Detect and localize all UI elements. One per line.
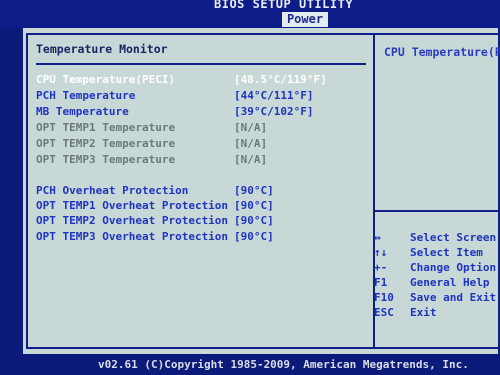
- row-opt-temp1: OPT TEMP1 Temperature [N/A]: [36, 121, 267, 134]
- row-value: [44°C/111°F]: [234, 89, 314, 102]
- row-value: [90°C]: [234, 230, 274, 243]
- row-label: CPU Temperature(PECI): [36, 73, 176, 86]
- row-value: [48.5°C/119°F]: [234, 73, 327, 86]
- key-arrows-ud: ↑↓: [374, 246, 388, 259]
- row-value: [N/A]: [234, 137, 268, 150]
- key-hint-general-help: F1 General Help: [374, 276, 489, 289]
- row-pch-overheat-protection[interactable]: PCH Overheat Protection [90°C]: [36, 184, 274, 197]
- key-action: Change Option: [410, 261, 497, 274]
- key-esc: ESC: [374, 306, 394, 319]
- tab-power[interactable]: Power: [282, 12, 328, 27]
- help-title: CPU Temperature(PE: [384, 45, 500, 59]
- row-label: PCH Temperature: [36, 89, 136, 102]
- key-hint-save-exit: F10 Save and Exit: [374, 291, 496, 304]
- key-f1: F1: [374, 276, 388, 289]
- row-label: OPT TEMP2 Overheat Protection: [36, 214, 229, 227]
- key-action: Exit: [410, 306, 437, 319]
- section-title-rule: [36, 63, 366, 65]
- key-f10: F10: [374, 291, 394, 304]
- row-opt-temp2: OPT TEMP2 Temperature [N/A]: [36, 137, 267, 150]
- row-label: OPT TEMP3 Temperature: [36, 153, 176, 166]
- app-title: BIOS SETUP UTILITY: [214, 0, 354, 11]
- row-value: [90°C]: [234, 184, 274, 197]
- key-action: Select Item: [410, 246, 483, 259]
- key-action: General Help: [410, 276, 490, 289]
- row-opt-temp1-overheat[interactable]: OPT TEMP1 Overheat Protection [90°C]: [36, 199, 274, 212]
- row-label: OPT TEMP1 Temperature: [36, 121, 176, 134]
- key-hint-select-item: ↑↓ Select Item: [374, 246, 483, 259]
- row-label: OPT TEMP3 Overheat Protection: [36, 230, 229, 243]
- row-opt-temp3-overheat[interactable]: OPT TEMP3 Overheat Protection [90°C]: [36, 230, 274, 243]
- key-arrows-lr: ↔: [374, 231, 381, 244]
- key-action: Select Screen: [410, 231, 497, 244]
- key-plus-minus: +-: [374, 261, 388, 274]
- help-divider: [375, 210, 500, 212]
- copyright-text: v02.61 (C)Copyright 1985-2009, American …: [98, 358, 469, 371]
- key-action: Save and Exit: [410, 291, 497, 304]
- row-value: [39°C/102°F]: [234, 105, 314, 118]
- row-mb-temperature[interactable]: MB Temperature [39°C/102°F]: [36, 105, 313, 118]
- row-value: [N/A]: [234, 153, 268, 166]
- row-value: [90°C]: [234, 214, 274, 227]
- key-hint-select-screen: ↔ Select Screen: [374, 231, 496, 244]
- row-cpu-temperature[interactable]: CPU Temperature(PECI) [48.5°C/119°F]: [36, 73, 327, 86]
- row-label: OPT TEMP2 Temperature: [36, 137, 176, 150]
- row-label: MB Temperature: [36, 105, 129, 118]
- row-label: PCH Overheat Protection: [36, 184, 189, 197]
- row-value: [N/A]: [234, 121, 268, 134]
- key-hint-exit: ESC Exit: [374, 306, 437, 319]
- row-pch-temperature[interactable]: PCH Temperature [44°C/111°F]: [36, 89, 313, 102]
- row-value: [90°C]: [234, 199, 274, 212]
- row-opt-temp2-overheat[interactable]: OPT TEMP2 Overheat Protection [90°C]: [36, 214, 274, 227]
- row-label: OPT TEMP1 Overheat Protection: [36, 199, 229, 212]
- section-title: Temperature Monitor: [36, 42, 168, 56]
- row-opt-temp3: OPT TEMP3 Temperature [N/A]: [36, 153, 267, 166]
- key-hint-change-option: +- Change Option: [374, 261, 496, 274]
